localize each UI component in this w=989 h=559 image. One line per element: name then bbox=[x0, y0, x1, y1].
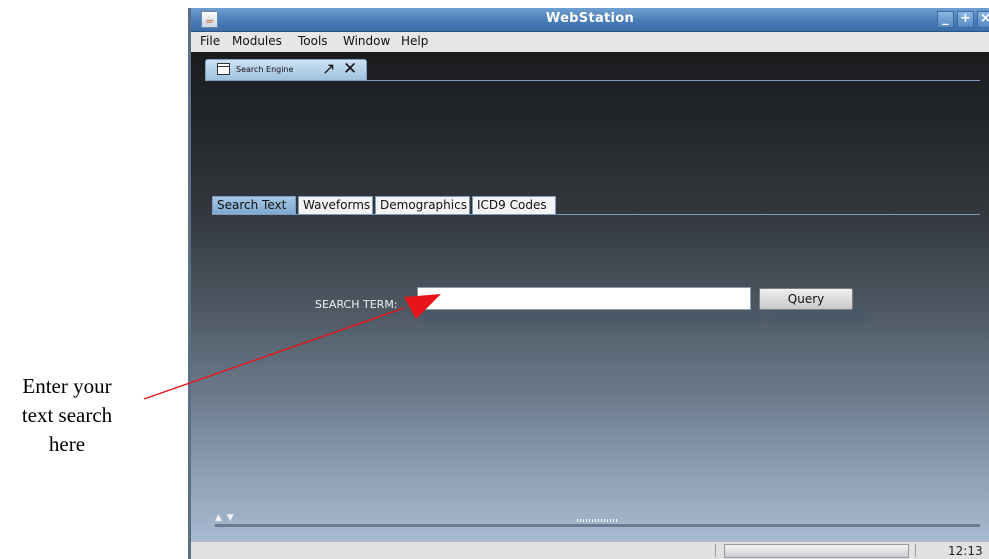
menu-modules[interactable]: Modules bbox=[232, 34, 282, 48]
close-tab-icon[interactable]: ✕ bbox=[343, 60, 357, 78]
minimize-button[interactable]: _ bbox=[937, 11, 954, 28]
status-bar: 12:13 bbox=[191, 541, 989, 559]
status-separator bbox=[715, 544, 716, 557]
document-tab-label: Search Engine bbox=[236, 65, 294, 74]
tab-search-text[interactable]: Search Text bbox=[212, 196, 296, 215]
splitter-arrows-icon[interactable]: ▲ ▼ bbox=[215, 513, 235, 523]
menu-window[interactable]: Window bbox=[343, 34, 390, 48]
menu-help[interactable]: Help bbox=[401, 34, 428, 48]
window-frame-icon bbox=[217, 63, 230, 75]
status-separator bbox=[915, 544, 916, 557]
pin-arrow-icon[interactable]: ↗ bbox=[322, 60, 335, 78]
document-tab-search-engine[interactable]: Search Engine ↗ ✕ bbox=[205, 59, 367, 80]
splitter-grip[interactable] bbox=[577, 519, 617, 522]
button-shadow bbox=[770, 310, 868, 322]
menu-file[interactable]: File bbox=[200, 34, 220, 48]
document-tab-underline bbox=[205, 80, 980, 81]
annotation-text: Enter your text search here bbox=[2, 372, 132, 459]
menu-tools[interactable]: Tools bbox=[298, 34, 328, 48]
status-progress-bar bbox=[724, 544, 909, 558]
content-area: Search Engine ↗ ✕ Search Text Waveforms … bbox=[191, 52, 989, 541]
window-title: WebStation bbox=[545, 11, 635, 26]
app-window: ☕ WebStation _ + × File Modules Tools Wi… bbox=[188, 8, 989, 559]
annotation-line: Enter your bbox=[22, 374, 112, 398]
tabs-underline bbox=[212, 214, 980, 215]
tab-waveforms[interactable]: Waveforms bbox=[298, 196, 373, 215]
input-shadow bbox=[423, 310, 763, 322]
close-window-button[interactable]: × bbox=[977, 11, 989, 28]
status-clock: 12:13 bbox=[948, 544, 983, 558]
annotation-line: text search bbox=[21, 403, 113, 427]
title-bar[interactable]: ☕ WebStation _ + × bbox=[191, 8, 989, 32]
tab-demographics[interactable]: Demographics bbox=[375, 196, 470, 215]
tab-icd9-codes[interactable]: ICD9 Codes bbox=[472, 196, 556, 215]
annotation-line: here bbox=[48, 432, 86, 456]
menu-bar: File Modules Tools Window Help bbox=[191, 32, 989, 52]
maximize-button[interactable]: + bbox=[957, 11, 974, 28]
search-term-input[interactable] bbox=[417, 287, 751, 310]
search-term-label: SEARCH TERM: bbox=[315, 298, 398, 311]
splitter-bar[interactable] bbox=[215, 524, 980, 527]
query-button[interactable]: Query bbox=[759, 288, 853, 310]
